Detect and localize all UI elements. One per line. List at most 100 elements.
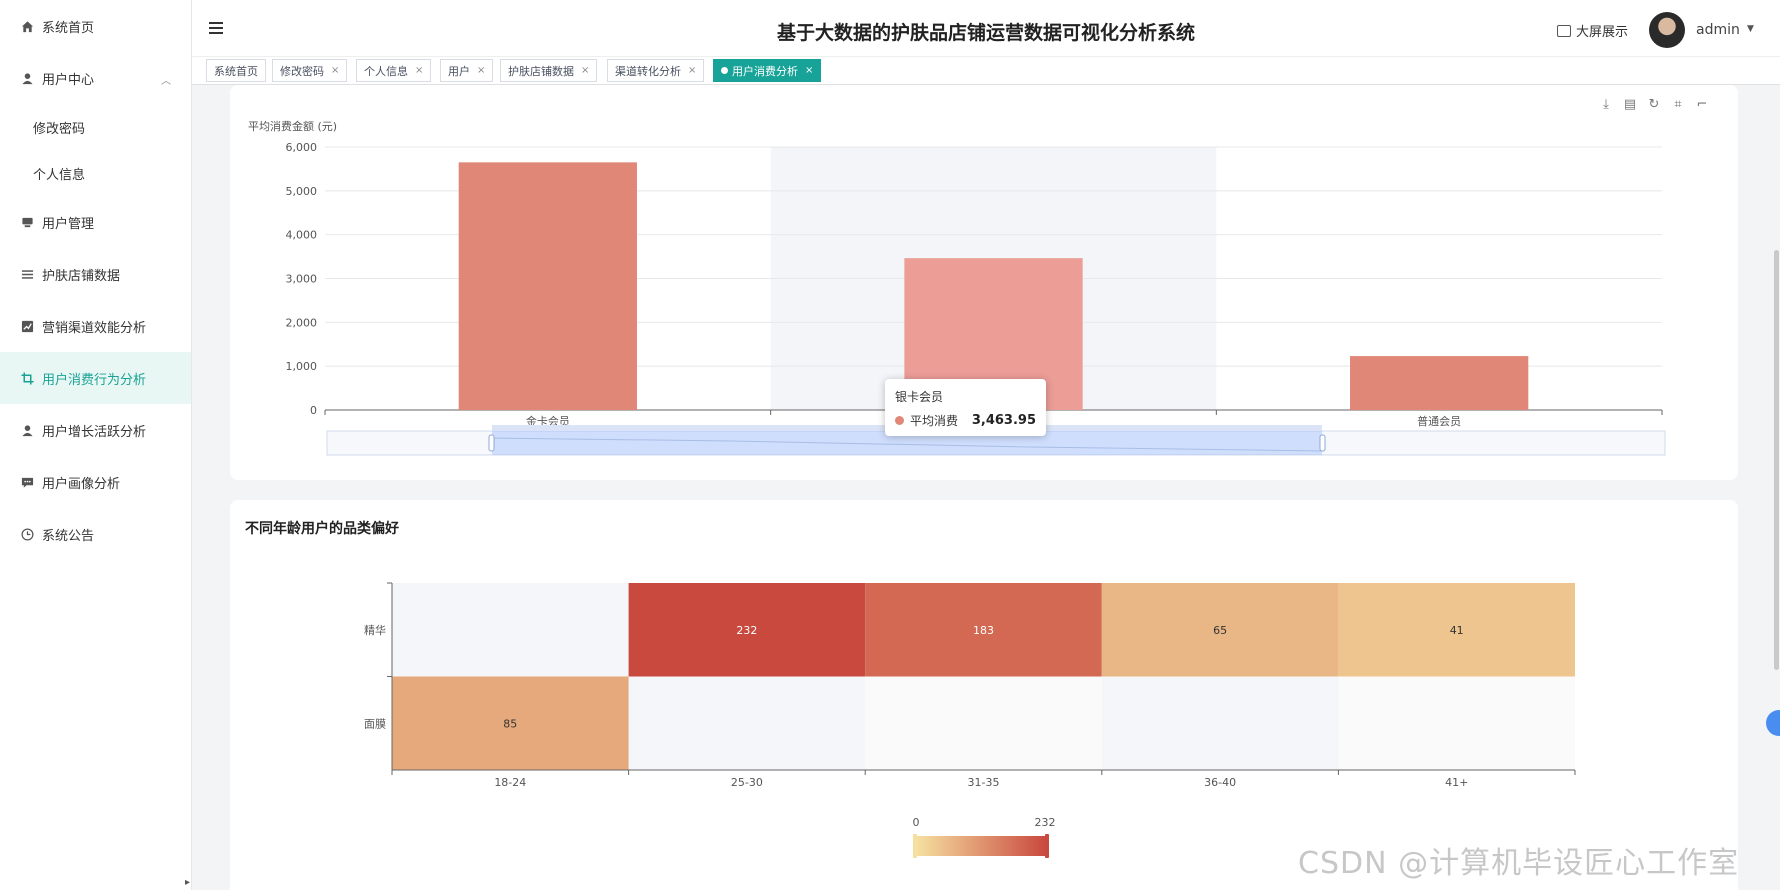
user-icon [20,423,34,437]
y-tick-label: 6,000 [286,141,318,154]
caret-down-icon[interactable]: ▼ [1747,24,1754,34]
cell-value-label: 183 [973,624,994,637]
tab-consumption-analysis[interactable]: 用户消费分析 × [713,59,822,82]
side-help-button[interactable] [1766,710,1780,736]
tab-home[interactable]: 系统首页 [206,59,266,82]
screen-icon [1557,24,1571,37]
tab-label: 渠道转化分析 [615,64,681,78]
sidebar-item-user-center[interactable]: 用户中心 ︿ [0,52,191,104]
tab-user[interactable]: 用户 × [440,59,494,82]
x-tick-label: 36-40 [1204,776,1236,789]
chart-tooltip: 银卡会员 平均消费 3,463.95 [885,379,1046,436]
chevron-up-icon: ︿ [161,76,171,87]
sidebar-item-label: 系统公告 [42,528,95,544]
sidebar-item-label: 护肤店铺数据 [42,268,121,284]
heatmap-card: 不同年龄用户的品类偏好 232 183 65 41 85 18-24 25-30 31-35 3… [230,500,1738,890]
monitor-icon [20,215,34,229]
tab-profile[interactable]: 个人信息 × [356,59,432,82]
visual-map-bar [916,836,1046,856]
y-tick-label: 1,000 [286,360,318,373]
cell-value-label: 85 [503,717,517,730]
active-dot-icon [721,67,728,74]
sidebar-subitem-change-password[interactable]: 修改密码 [0,104,191,150]
header: 基于大数据的护肤品店铺运营数据可视化分析系统 大屏展示 admin ▼ [192,0,1780,57]
avatar[interactable] [1649,12,1685,48]
tab-label: 系统首页 [214,64,258,78]
bar [458,162,637,410]
heatmap-chart: 232 183 65 41 85 18-24 25-30 31-35 36-40 41+ 精华面膜 0… [364,582,1576,858]
tab-bar: 系统首页 修改密码 × 个人信息 × 用户 × 护肤店铺数据 × 渠道转化分析 × 用户消… [192,57,1780,85]
close-icon[interactable]: × [805,65,813,76]
sidebar-item-home[interactable]: 系统首页 [0,0,191,52]
sidebar-item-label: 用户增长活跃分析 [42,424,147,440]
empty-cell [865,676,1102,770]
tab-label: 个人信息 [364,64,408,78]
sidebar-item-user-portrait[interactable]: 用户画像分析 [0,456,191,508]
sidebar-item-announcement[interactable]: 系统公告 [0,508,191,560]
sidebar-item-label: 用户画像分析 [42,476,121,492]
page-scrollbar[interactable] [1774,250,1779,670]
sidebar-item-label: 系统首页 [42,20,95,36]
x-tick-label: 普通会员 [1417,414,1461,428]
tab-label: 护肤店铺数据 [508,64,574,78]
sidebar-item-label: 用户管理 [42,216,95,232]
y-tick-label: 精华 [364,623,386,637]
cell-value-label: 41 [1450,624,1464,637]
x-tick-label: 25-30 [731,776,763,789]
empty-cell [1338,676,1575,770]
visual-map-handle-min [913,834,917,858]
y-tick-label: 5,000 [286,185,318,198]
tab-channel-conversion[interactable]: 渠道转化分析 × [607,59,705,82]
close-icon[interactable]: × [688,65,696,76]
scroll-right-arrow-icon[interactable]: ▸ [185,877,190,888]
tab-store-data[interactable]: 护肤店铺数据 × [500,59,598,82]
tooltip-value: 3,463.95 [971,413,1036,428]
sidebar-item-label: 用户消费行为分析 [42,372,147,388]
y-tick-label: 2,000 [286,316,318,329]
close-icon[interactable]: × [415,65,423,76]
page-title: 基于大数据的护肤品店铺运营数据可视化分析系统 [776,22,1195,44]
crop-icon [20,371,34,385]
sidebar: 系统首页 用户中心 ︿ 修改密码 个人信息 用户管理 护肤店铺数据 营销渠道效能… [0,0,192,890]
message-icon [20,475,34,489]
visual-map-max-label: 232 [1035,816,1056,829]
bigscreen-button[interactable]: 大屏展示 [1557,21,1628,40]
home-icon [20,19,34,33]
tab-label: 修改密码 [280,64,324,78]
user-icon [20,71,34,85]
bar [1350,356,1529,410]
empty-cell [392,583,629,677]
tab-change-password[interactable]: 修改密码 × [272,59,348,82]
y-tick-label: 4,000 [286,229,318,242]
bigscreen-label: 大屏展示 [1576,25,1629,40]
username[interactable]: admin [1696,22,1740,38]
sidebar-subitem-profile[interactable]: 个人信息 [0,150,191,196]
sidebar-item-growth-analysis[interactable]: 用户增长活跃分析 [0,404,191,456]
close-icon[interactable]: × [581,65,589,76]
x-tick-label: 41+ [1445,776,1468,789]
tab-label: 用户 [448,64,470,78]
cell-value-label: 232 [736,624,757,637]
sidebar-item-store-data[interactable]: 护肤店铺数据 [0,248,191,300]
x-tick-label: 31-35 [968,776,1000,789]
y-axis-label: 平均消费金额 (元) [248,119,337,133]
close-icon[interactable]: × [331,65,339,76]
x-tick-label: 18-24 [494,776,526,789]
sidebar-item-user-management[interactable]: 用户管理 [0,196,191,248]
sidebar-item-label: 营销渠道效能分析 [42,320,147,336]
close-icon[interactable]: × [477,65,485,76]
list-icon [20,267,34,281]
tab-label: 用户消费分析 [732,64,798,78]
sidebar-item-label: 用户中心 [42,72,95,88]
chart-icon [20,319,34,333]
visual-map-min-label: 0 [913,816,920,829]
clock-icon [20,527,34,541]
y-tick-label: 面膜 [364,717,386,730]
y-tick-label: 0 [310,404,317,417]
tooltip-title: 银卡会员 [895,390,944,404]
sidebar-item-channel-analysis[interactable]: 营销渠道效能分析 [0,300,191,352]
empty-cell [1101,676,1339,770]
cell-value-label: 65 [1213,624,1227,637]
tooltip-series: 平均消费 [910,414,959,428]
sidebar-item-consumption-analysis[interactable]: 用户消费行为分析 [0,352,191,404]
